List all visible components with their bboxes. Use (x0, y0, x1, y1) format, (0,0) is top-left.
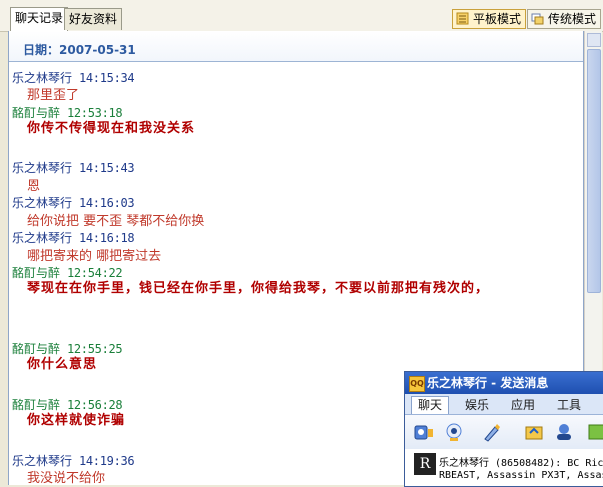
tab-entertainment[interactable]: 娱乐 (459, 397, 495, 414)
qq-app-icon: QQ (409, 376, 425, 392)
traditional-mode-label: 传统模式 (548, 12, 597, 26)
message-time: 14:16:03 (78, 196, 135, 210)
avatar: R (414, 453, 436, 475)
send-message-window[interactable]: QQ 乐之林琴行 - 发送消息 聊天 娱乐 应用 工具 R 乐之林琴行 (865… (404, 371, 603, 487)
message-header: 乐之林琴行 14:16:03 (12, 194, 135, 211)
message-header: 乐之林琴行 14:15:43 (12, 159, 135, 176)
pen-tool-icon[interactable] (481, 421, 503, 443)
message-text: 我没说不给你 (27, 471, 106, 485)
send-message-toolbar (405, 415, 603, 449)
sender-name: 乐之林琴行 (12, 454, 73, 468)
traditional-mode-icon (531, 13, 544, 25)
date-bar: 日期：2007-05-31 (9, 31, 583, 62)
sender-name: 乐之林琴行 (12, 161, 73, 175)
scroll-up-arrow[interactable] (587, 33, 601, 47)
date-label: 日期：2007-05-31 (23, 43, 136, 57)
sender-name: 乐之林琴行 (12, 196, 73, 210)
message-text: 你传不传得现在和我没关系 (27, 121, 196, 136)
message-text: 那里歪了 (27, 88, 80, 103)
tab-friend-info[interactable]: 好友资料 (64, 8, 123, 30)
send-message-title: 乐之林琴行 - 发送消息 (427, 376, 549, 390)
sender-name: 乐之林琴行 (12, 71, 73, 85)
flat-mode-icon (456, 12, 469, 25)
contact-status: R 乐之林琴行 (86508482): BC Ric RBEAST, Assas… (405, 450, 603, 486)
send-file-icon[interactable] (523, 421, 545, 443)
send-message-titlebar[interactable]: QQ 乐之林琴行 - 发送消息 (405, 372, 603, 394)
contact-icon[interactable] (553, 421, 575, 443)
message-text: 给你说把 要不歪 琴都不给你换 (27, 214, 205, 229)
more-tools-icon[interactable] (587, 421, 603, 443)
top-toolbar: 聊天记录 好友资料 平板模式 传统模式 (0, 0, 603, 32)
traditional-mode-button[interactable]: 传统模式 (527, 9, 602, 29)
message-time: 14:16:18 (78, 231, 135, 245)
message-header: 乐之林琴行 14:16:18 (12, 229, 135, 246)
tab-chat-history[interactable]: 聊天记录 (10, 7, 69, 31)
contact-status-line-2: RBEAST, Assassin PX3T, Assassin (439, 470, 603, 481)
scroll-thumb[interactable] (587, 49, 601, 293)
message-time: 14:19:36 (78, 454, 135, 468)
message-text: 恩 (27, 179, 41, 194)
video-call-icon[interactable] (413, 421, 435, 443)
message-text: 琴现在在你手里，钱已经在你手里，你得给我琴，不要以前那把有残次的， (27, 281, 490, 296)
flat-mode-label: 平板模式 (473, 12, 522, 26)
message-text: 哪把寄来的 哪把寄过去 (27, 249, 162, 264)
send-message-tabs: 聊天 娱乐 应用 工具 (405, 394, 603, 415)
webcam-icon[interactable] (443, 421, 465, 443)
tab-apps[interactable]: 应用 (505, 397, 541, 414)
contact-status-line-1: 乐之林琴行 (86508482): BC Ric (439, 458, 603, 469)
message-time: 14:15:34 (78, 71, 135, 85)
flat-mode-button[interactable]: 平板模式 (452, 9, 527, 29)
sender-name: 乐之林琴行 (12, 231, 73, 245)
tab-tools[interactable]: 工具 (551, 397, 587, 414)
message-time: 14:15:43 (78, 161, 135, 175)
tab-chat[interactable]: 聊天 (411, 396, 450, 414)
